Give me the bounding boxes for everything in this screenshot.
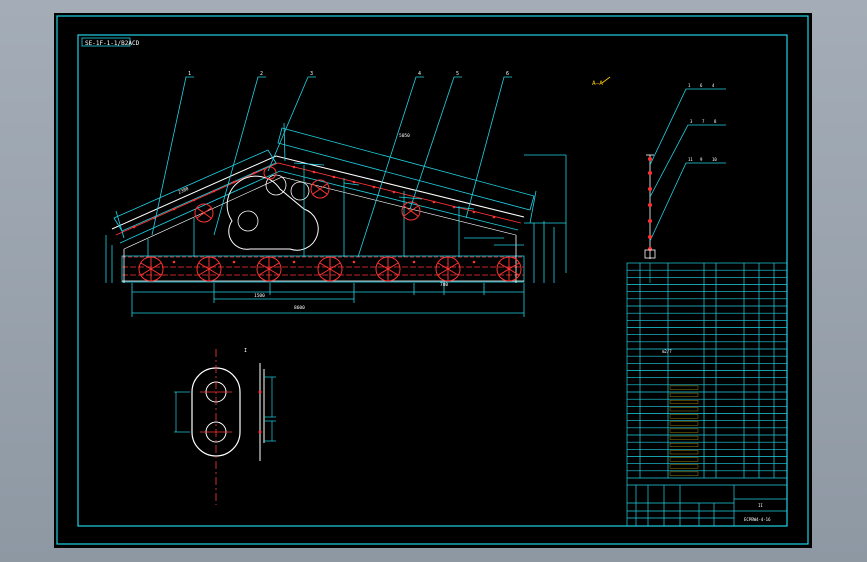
sheet-mark: II bbox=[758, 503, 763, 508]
bom-table bbox=[626, 262, 788, 527]
bom-table-text: m2/7 ECPBW4-4-16 II bbox=[662, 349, 771, 522]
svg-text:9: 9 bbox=[700, 157, 703, 162]
title-tag: SE-1F-1-1/B2ACD bbox=[85, 40, 140, 47]
chain-links bbox=[132, 165, 496, 264]
drawing-canvas: SE-1F-1-1/B2ACD 1 2 3 4 5 6 8600 1500 50… bbox=[56, 15, 809, 545]
cad-viewport[interactable]: SE-1F-1-1/B2ACD 1 2 3 4 5 6 8600 1500 50… bbox=[0, 0, 867, 562]
table-cell-text-mark bbox=[669, 414, 699, 419]
table-cell-text-mark bbox=[669, 400, 699, 404]
svg-text:3: 3 bbox=[690, 119, 693, 124]
svg-text:7: 7 bbox=[702, 119, 705, 124]
table-cell-text-mark bbox=[669, 407, 699, 412]
callout-5: 5 bbox=[456, 71, 459, 77]
callout-4: 4 bbox=[418, 71, 421, 77]
svg-text:6: 6 bbox=[700, 83, 703, 88]
table-cell-text-mark bbox=[669, 385, 699, 390]
callout-6: 6 bbox=[506, 71, 509, 77]
callout-2: 2 bbox=[260, 71, 263, 77]
leader-lines bbox=[151, 76, 512, 258]
table-cell-text-mark bbox=[669, 421, 699, 426]
chain-detail-links bbox=[648, 157, 652, 251]
inner-frame bbox=[77, 34, 788, 527]
table-cell-text-mark bbox=[669, 392, 699, 397]
svg-text:10: 10 bbox=[712, 157, 717, 162]
table-cell-text-mark bbox=[669, 450, 699, 455]
bom-callouts: 1 2 3 4 5 6 bbox=[188, 71, 509, 77]
table-cell-text-mark bbox=[669, 471, 699, 476]
table-cell-text-mark bbox=[669, 435, 699, 440]
svg-text:11: 11 bbox=[688, 157, 693, 162]
bottom-sprockets bbox=[138, 256, 522, 282]
svg-text:8: 8 bbox=[714, 119, 717, 124]
table-cell-text-mark bbox=[669, 443, 699, 447]
bom-mark: m2/7 bbox=[662, 349, 672, 354]
detail-label: I bbox=[244, 348, 247, 354]
chain-detail bbox=[646, 88, 726, 259]
link-plate-detail: I bbox=[174, 348, 276, 505]
conveyor-assembly bbox=[105, 122, 567, 317]
dim-overall: 8600 bbox=[294, 305, 305, 311]
svg-text:4: 4 bbox=[712, 83, 715, 88]
drawing-area[interactable]: SE-1F-1-1/B2ACD 1 2 3 4 5 6 8600 1500 50… bbox=[54, 13, 812, 548]
drawing-number: ECPBW4-4-16 bbox=[744, 517, 771, 522]
table-cell-text-mark bbox=[669, 428, 699, 433]
chain-callouts: 1 6 4 3 7 8 11 9 10 bbox=[688, 83, 717, 162]
dim-gap: 780 bbox=[440, 282, 448, 288]
dim-slope: 5050 bbox=[399, 133, 410, 139]
callout-1: 1 bbox=[188, 71, 191, 77]
svg-text:1: 1 bbox=[688, 83, 691, 88]
dim-mid: 1500 bbox=[254, 293, 265, 299]
table-cell-text-mark bbox=[669, 464, 699, 469]
callout-3: 3 bbox=[310, 71, 313, 77]
section-mark: A—A bbox=[592, 80, 603, 87]
table-cell-text-mark bbox=[669, 457, 699, 462]
